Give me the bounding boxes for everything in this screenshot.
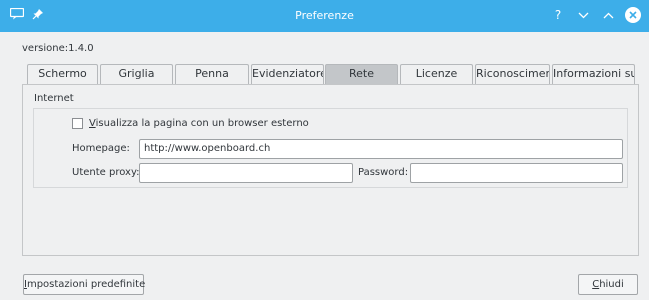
password-label: Password: — [358, 167, 409, 178]
internet-groupbox: Visualizza la pagina con un browser este… — [33, 108, 628, 188]
settings-panel: Internet Visualizza la pagina con un bro… — [22, 84, 639, 256]
version-label: versione:1.4.0 — [22, 43, 94, 54]
help-button[interactable]: ? — [550, 6, 566, 24]
homepage-label: Homepage: — [72, 143, 130, 154]
chevron-up-icon — [603, 12, 613, 18]
tab-penna[interactable]: Penna — [175, 64, 249, 84]
section-title: Internet — [34, 93, 74, 104]
homepage-field[interactable]: http://www.openboard.ch — [139, 139, 623, 159]
button-text: mpostazioni predefinite — [26, 279, 146, 290]
button-text: hiudi — [599, 279, 624, 290]
close-dialog-button[interactable]: Chiudi — [578, 274, 638, 295]
tab-riconoscimenti[interactable]: Riconoscimenti — [475, 64, 550, 84]
help-icon: ? — [554, 8, 562, 22]
tab-griglia[interactable]: Griglia — [100, 64, 173, 84]
external-browser-label: Visualizza la pagina con un browser este… — [89, 118, 309, 129]
proxy-user-label: Utente proxy: — [72, 167, 140, 178]
mnemonic-letter: V — [89, 118, 96, 129]
window-controls: ? — [550, 6, 641, 24]
close-button[interactable] — [625, 6, 641, 24]
tab-rete[interactable]: Rete — [325, 64, 398, 84]
maximize-button[interactable] — [600, 6, 616, 24]
label-text: isualizza la pagina con un browser ester… — [95, 118, 309, 129]
chevron-down-icon — [578, 12, 588, 18]
close-icon — [625, 7, 641, 23]
tab-evidenziatore[interactable]: Evidenziatore — [251, 64, 324, 84]
tab-informazioni-su[interactable]: Informazioni su — [552, 64, 635, 84]
restore-defaults-button[interactable]: Impostazioni predefinite — [23, 274, 146, 295]
proxy-user-field[interactable] — [139, 163, 353, 183]
title-bar[interactable]: Preferenze ? — [0, 0, 649, 32]
external-browser-option[interactable]: Visualizza la pagina con un browser este… — [72, 118, 309, 129]
tab-licenze[interactable]: Licenze — [400, 64, 473, 84]
minimize-button[interactable] — [575, 6, 591, 24]
external-browser-checkbox[interactable] — [72, 118, 83, 129]
tab-schermo[interactable]: Schermo — [27, 64, 98, 84]
password-field[interactable] — [410, 163, 623, 183]
